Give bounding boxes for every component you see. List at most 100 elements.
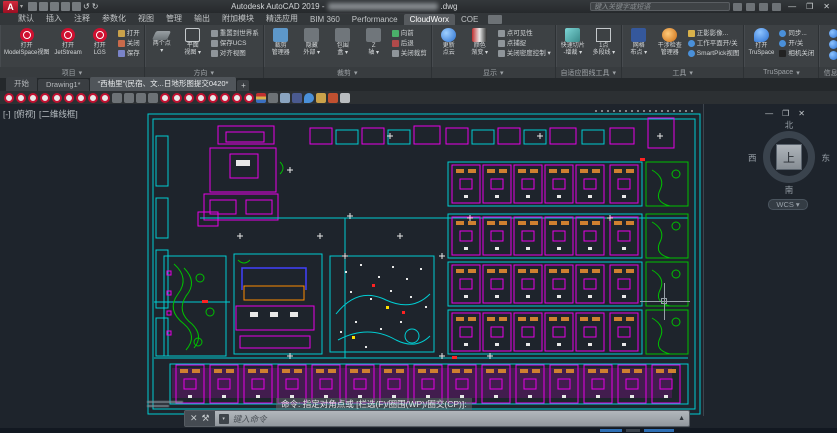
help-icon[interactable] — [772, 3, 781, 11]
cloudworx-tool-icon[interactable] — [52, 93, 62, 103]
cloudworx-tool-icon[interactable] — [220, 93, 230, 103]
redo-icon[interactable]: ↻ — [92, 2, 99, 11]
help-search-input[interactable]: 键入关键字或短语 — [590, 2, 730, 11]
ribbon-button-开/关[interactable]: 开/关 — [779, 39, 814, 48]
file-tab-start[interactable]: 开始 — [6, 77, 37, 91]
ribbon-button-多段线 ▾[interactable]: 1点多段线 ▾ — [589, 27, 619, 57]
save-icon[interactable] — [50, 2, 59, 11]
cloudworx-tool-icon[interactable] — [4, 93, 14, 103]
app-menu-button[interactable]: A — [3, 1, 18, 13]
command-line-bar[interactable]: ✕ ⚒ ▾ 键入命令 ▲ — [184, 410, 690, 427]
recent-commands-icon[interactable]: ▾ — [219, 414, 229, 424]
ribbon-panel-title-裁剪[interactable]: 裁剪▾ — [264, 67, 431, 78]
ribbon-button-布点 ▾[interactable]: 网格布点 ▾ — [624, 27, 654, 57]
ribbon-button-LGS[interactable]: 打开LGS — [85, 27, 115, 57]
doc-icon[interactable] — [340, 93, 350, 103]
plot-icon[interactable] — [72, 2, 81, 11]
ribbon-tab-视图[interactable]: 视图 — [132, 12, 160, 25]
ribbon-button-点捕捉[interactable]: 点捕捉 — [498, 39, 551, 48]
truview-icon[interactable] — [829, 29, 837, 38]
cloudworx-tool-icon[interactable] — [40, 93, 50, 103]
pencil-icon[interactable] — [316, 93, 326, 103]
ribbon-button-打开[interactable]: 打开 — [118, 29, 140, 38]
wcs-menu-button[interactable]: WCS ▾ — [768, 199, 808, 210]
drawing-restore-icon[interactable]: ❐ — [782, 109, 789, 118]
ribbon-tab-默认[interactable]: 默认 — [12, 12, 40, 25]
cloudworx-tool-icon[interactable] — [76, 93, 86, 103]
ribbon-button-视图 ▾[interactable]: 平面视图 ▾ — [178, 27, 208, 57]
ribbon-button-关闭[interactable]: 关闭 — [118, 39, 140, 48]
view-cube[interactable]: 上 北 南 西 东 — [758, 126, 820, 188]
cloudworx-tool-icon[interactable] — [208, 93, 218, 103]
ribbon-tab-COE[interactable]: COE — [455, 14, 484, 25]
ribbon-media-tab-icon[interactable] — [488, 15, 502, 24]
cloudworx-tool-icon[interactable] — [232, 93, 242, 103]
cad-site-plan-drawing[interactable] — [140, 106, 705, 418]
command-expand-icon[interactable]: ▲ — [678, 415, 685, 422]
ribbon-panel-title-自适应图线工具[interactable]: 自适应图线工具▾ — [556, 67, 621, 78]
palette-icon[interactable] — [256, 93, 266, 103]
ribbon-panel-title-信息[interactable]: 信息▾ — [819, 67, 837, 78]
view-cube-east-label[interactable]: 东 — [821, 152, 830, 164]
ribbon-tab-BIM 360[interactable]: BIM 360 — [304, 14, 346, 25]
cloudworx-tool-icon[interactable] — [172, 93, 182, 103]
ribbon-button--增裁 ▾[interactable]: 快速切片-增裁 ▾ — [558, 27, 588, 57]
app-menu-chevron-icon[interactable]: ▾ — [20, 3, 23, 10]
cloudworx-tool-icon[interactable] — [244, 93, 254, 103]
ribbon-button-管理器[interactable]: 裁剪管理器 — [266, 27, 296, 57]
ribbon-tab-管理[interactable]: 管理 — [160, 12, 188, 25]
ribbon-tab-插入[interactable]: 插入 — [40, 12, 68, 25]
ribbon-panel-title-显示[interactable]: 显示▾ — [432, 67, 555, 78]
flame-icon[interactable] — [328, 93, 338, 103]
cloudworx-tool-icon[interactable] — [88, 93, 98, 103]
ribbon-button-关闭密度控制 ▾[interactable]: 关闭密度控制 ▾ — [498, 49, 551, 58]
ribbon-button-JetStream[interactable]: 打开JetStream — [52, 27, 83, 57]
ribbon-button-TruSpace[interactable]: 打开TruSpace — [746, 27, 776, 57]
cloudworx-tool-icon[interactable] — [16, 93, 26, 103]
ribbon-button-工作平面开/关[interactable]: 工作平面开/关 — [688, 39, 740, 48]
cloudworx-tool-icon[interactable] — [64, 93, 74, 103]
cloudworx-tool-icon[interactable] — [196, 93, 206, 103]
open-file-icon[interactable] — [39, 2, 48, 11]
signin-icon[interactable] — [746, 3, 755, 11]
view-cube-south-label[interactable]: 南 — [758, 184, 820, 196]
file-tab-2[interactable]: “西柚里”(民宿、文...日地形图提交0420* — [90, 77, 237, 91]
viewport-visual-style-control[interactable]: [二维线框] — [39, 109, 78, 119]
command-close-icon[interactable]: ✕ — [190, 413, 198, 424]
command-input[interactable]: ▾ 键入命令 ▲ — [215, 411, 689, 426]
ribbon-button-对齐视图[interactable]: 对齐视图 — [211, 49, 259, 58]
sync-icon[interactable] — [268, 93, 278, 103]
command-customize-icon[interactable]: ⚒ — [202, 413, 210, 424]
ribbon-tab-注释[interactable]: 注释 — [68, 12, 96, 25]
model-space-canvas[interactable]: [-] [俯视] [二维线框] — ❐ ✕ — [0, 104, 837, 428]
ribbon-button-关闭裁剪[interactable]: 关闭裁剪 — [392, 49, 427, 58]
ribbon-button-管理器[interactable]: 干涉检查管理器 — [655, 27, 685, 57]
screen-icon[interactable] — [292, 93, 302, 103]
viewport-view-control[interactable]: [俯视] — [14, 109, 36, 119]
ribbon-button-同步...[interactable]: 同步... — [779, 29, 814, 38]
ribbon-button-外部 ▾[interactable]: 隐藏外部 ▾ — [297, 27, 327, 57]
new-file-icon[interactable] — [28, 2, 37, 11]
ribbon-button-SmartPick视图[interactable]: SmartPick视图 — [688, 49, 740, 58]
pin-icon[interactable] — [304, 93, 314, 103]
ribbon-button-保存[interactable]: 保存 — [118, 49, 140, 58]
slice-icon[interactable] — [112, 93, 122, 103]
window-icon[interactable] — [280, 93, 290, 103]
file-tab-1[interactable]: Drawing1* — [38, 79, 89, 91]
ribbon-tab-附加模块[interactable]: 附加模块 — [216, 12, 260, 25]
ribbon-button-点可见性[interactable]: 点可见性 — [498, 29, 551, 38]
ribbon-button-点云[interactable]: 更新点云 — [434, 27, 464, 57]
ribbon-button-保存UCS[interactable]: 保存UCS — [211, 39, 259, 48]
chip-icon[interactable] — [148, 93, 158, 103]
ribbon-tab-精选应用[interactable]: 精选应用 — [260, 12, 304, 25]
viewport-menu-control[interactable]: [-] — [3, 109, 11, 119]
close-button[interactable]: ✕ — [819, 2, 834, 11]
minimize-button[interactable]: — — [784, 2, 800, 11]
ribbon-button-轴 ▾[interactable]: Z轴 ▾ — [359, 27, 389, 57]
help-icon[interactable] — [829, 51, 837, 60]
ribbon-panel-title-TruSpace[interactable]: TruSpace▾ — [744, 67, 818, 78]
ribbon-panel-title-工具[interactable]: 工具▾ — [622, 67, 744, 78]
cloudworx-tool-icon[interactable] — [100, 93, 110, 103]
ribbon-tab-参数化[interactable]: 参数化 — [96, 12, 132, 25]
ribbon-button-相机关闭[interactable]: 相机关闭 — [779, 49, 814, 58]
